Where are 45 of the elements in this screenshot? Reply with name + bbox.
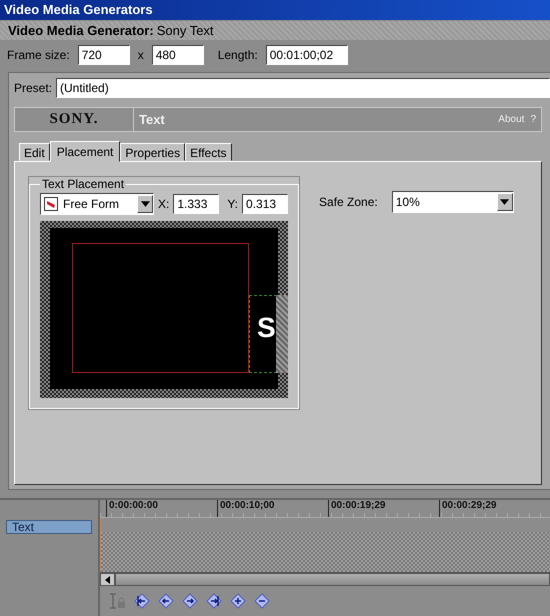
keyframe-icon[interactable]: [254, 593, 270, 609]
frame-height-field[interactable]: 480: [152, 45, 204, 65]
preset-field[interactable]: (Untitled): [56, 78, 550, 98]
x-label: X:: [158, 197, 170, 211]
y-label: Y:: [227, 197, 238, 211]
window-title: Video Media Generators: [0, 0, 550, 20]
ruler-time: 00:00:29;29: [439, 500, 550, 517]
length-field[interactable]: 00:01:00;02: [266, 45, 348, 65]
track-item[interactable]: Text: [6, 520, 92, 534]
keyframe-track[interactable]: [100, 532, 550, 572]
left-arrow-icon: [105, 576, 110, 584]
tab[interactable]: Effects: [185, 143, 232, 161]
caret-icon: [500, 199, 510, 205]
frame-width-field[interactable]: 720: [78, 45, 130, 65]
generator-name: Sony Text: [156, 23, 214, 38]
ruler-time: 00:00:19;29: [328, 500, 439, 517]
safe-zone-label: Safe Zone:: [319, 195, 378, 209]
keyframe-icon[interactable]: [182, 593, 198, 609]
ruler-time: 00:00:10;00: [217, 500, 328, 517]
tab[interactable]: Placement: [50, 141, 120, 162]
caret-icon: [140, 201, 150, 207]
ruler-time: 0:00:00:00: [106, 500, 217, 517]
plugin-title: Text: [139, 112, 166, 127]
preset-label: Preset:: [14, 81, 52, 95]
x-field[interactable]: 1.333: [173, 194, 220, 214]
scroll-left-button[interactable]: [100, 573, 115, 586]
group-title: Text Placement: [41, 177, 126, 191]
keyframe-icon[interactable]: [206, 593, 222, 609]
keyframe-icon[interactable]: [230, 593, 246, 609]
times-label: x: [138, 48, 144, 62]
length-label: Length:: [218, 48, 258, 62]
preview-text: S: [257, 312, 276, 344]
safe-zone-dropdown[interactable]: 10%: [392, 191, 514, 213]
generator-label: Video Media Generator:: [8, 23, 154, 38]
keyframe-icon[interactable]: [158, 593, 174, 609]
keyframe-icon[interactable]: [134, 593, 150, 609]
placement-mode-icon: [44, 197, 58, 211]
placement-preview[interactable]: S: [40, 221, 288, 398]
scrollbar-thumb[interactable]: [115, 573, 550, 586]
placement-mode-dropdown[interactable]: Free Form: [40, 193, 154, 215]
logo: SONY.: [15, 108, 133, 131]
y-field[interactable]: 0.313: [242, 194, 288, 214]
tab[interactable]: Properties: [120, 143, 186, 161]
frame-size-label: Frame size:: [7, 48, 70, 62]
tab[interactable]: Edit: [19, 143, 50, 161]
